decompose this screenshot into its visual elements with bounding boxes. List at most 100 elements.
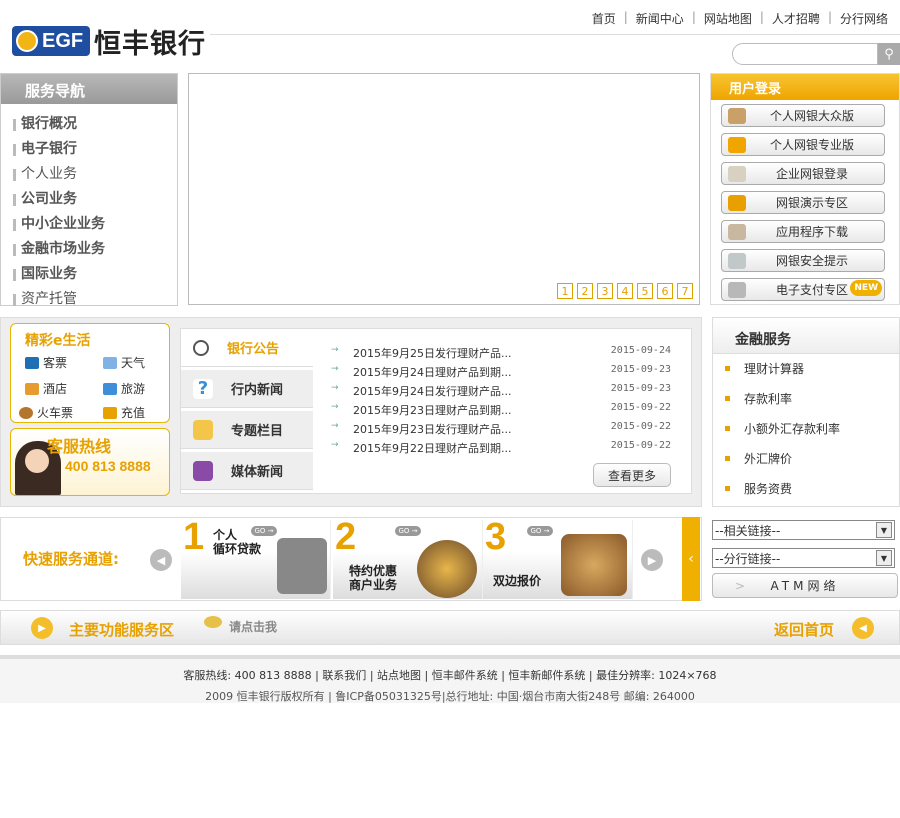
personal-basic-login-button[interactable]: 个人网银大众版 xyxy=(721,104,885,127)
elife-ticket[interactable]: 客票 xyxy=(25,354,67,371)
agent-face xyxy=(25,449,49,473)
arrow-icon: → xyxy=(331,345,339,355)
news-item[interactable]: → 2015年9月23日发行理财产品... 2015-09-22 xyxy=(331,421,671,437)
tab-bank-notice[interactable]: 银行公告 xyxy=(181,329,313,367)
elife-recharge[interactable]: 充值 xyxy=(103,404,145,421)
select-value: --相关链接-- xyxy=(715,523,781,538)
click-hint[interactable]: 请点击我 xyxy=(229,618,277,635)
card-text: 双边报价 xyxy=(493,574,542,588)
nav-item-markets[interactable]: 金融市场业务 xyxy=(1,237,177,262)
pager-button[interactable]: 7 xyxy=(677,283,693,299)
topnav-home[interactable]: 首页 xyxy=(592,10,616,27)
hotline-panel[interactable]: 客服热线 400 813 8888 xyxy=(10,428,170,496)
bank-logo[interactable]: EGF xyxy=(12,26,90,56)
finance-item-fx-rates[interactable]: 外汇牌价 xyxy=(725,450,792,467)
pager-button[interactable]: 4 xyxy=(617,283,633,299)
security-tips-button[interactable]: 网银安全提示 xyxy=(721,249,885,272)
back-home-link[interactable]: 返回首页 xyxy=(774,619,834,640)
back-arrow-icon[interactable]: ◀ xyxy=(852,617,874,639)
finance-item-calculator[interactable]: 理财计算器 xyxy=(725,360,804,377)
corporate-login-button[interactable]: 企业网银登录 xyxy=(721,162,885,185)
pager-button[interactable]: 6 xyxy=(657,283,673,299)
news-title: 2015年9月24日理财产品到期... xyxy=(353,366,512,379)
demo-zone-button[interactable]: 网银演示专区 xyxy=(721,191,885,214)
news-date: 2015-09-22 xyxy=(610,421,671,432)
news-item[interactable]: → 2015年9月23日理财产品到期... 2015-09-22 xyxy=(331,402,671,418)
topnav-careers[interactable]: 人才招聘 xyxy=(772,10,820,27)
arrow-icon: → xyxy=(331,402,339,412)
play-icon[interactable]: ▶ xyxy=(31,617,53,639)
logo-text: EGF xyxy=(42,29,84,52)
news-item[interactable]: → 2015年9月25日发行理财产品... 2015-09-24 xyxy=(331,345,671,361)
pager-button[interactable]: 5 xyxy=(637,283,653,299)
personal-pro-login-button[interactable]: 个人网银专业版 xyxy=(721,133,885,156)
next-arrow-icon[interactable]: ▶ xyxy=(641,549,663,571)
atm-network-button[interactable]: > ATM网络 xyxy=(712,573,898,598)
nav-item-sme[interactable]: 中小企业业务 xyxy=(1,212,177,237)
pager-button[interactable]: 2 xyxy=(577,283,593,299)
news-title: 2015年9月24日发行理财产品... xyxy=(353,385,512,398)
footer-sitemap-link[interactable]: 站点地图 xyxy=(377,669,421,682)
footer: 客服热线: 400 813 8888 | 联系我们 | 站点地图 | 恒丰邮件系… xyxy=(0,655,900,703)
pager-button[interactable]: 3 xyxy=(597,283,613,299)
hand-money-icon xyxy=(277,538,327,594)
footer-mail-link[interactable]: 恒丰邮件系统 xyxy=(432,669,498,682)
related-links-select[interactable]: --相关链接-- ▼ xyxy=(712,520,895,540)
elife-weather[interactable]: 天气 xyxy=(103,354,145,371)
finance-item-fx-deposit-rate[interactable]: 小额外汇存款利率 xyxy=(725,420,840,437)
nav-item-ebank[interactable]: 电子银行 xyxy=(1,137,177,162)
elife-travel[interactable]: 旅游 xyxy=(103,380,145,397)
search-input[interactable] xyxy=(732,43,878,65)
lock-icon xyxy=(193,460,213,481)
tab-special-column[interactable]: 专题栏目 xyxy=(181,411,313,449)
topnav-branches[interactable]: 分行网络 xyxy=(840,10,888,27)
topnav-news[interactable]: 新闻中心 xyxy=(636,10,684,27)
prev-arrow-icon[interactable]: ◀ xyxy=(150,549,172,571)
news-item[interactable]: → 2015年9月24日理财产品到期... 2015-09-23 xyxy=(331,364,671,380)
epay-zone-button[interactable]: 电子支付专区 NEW xyxy=(721,278,885,301)
nav-item-custody[interactable]: 资产托管 xyxy=(1,287,177,312)
elife-hotel[interactable]: 酒店 xyxy=(25,380,67,397)
service-nav: 服务导航 银行概况 电子银行 个人业务 公司业务 中小企业业务 金融市场业务 国… xyxy=(0,73,178,307)
news-item[interactable]: → 2015年9月24日发行理财产品... 2015-09-23 xyxy=(331,383,671,399)
finance-item-fees[interactable]: 服务资费 xyxy=(725,480,792,497)
card-text: 个人 xyxy=(213,528,238,542)
travel-icon xyxy=(103,382,117,395)
quick-card-revolving-loan[interactable]: 1 个人 循环贷款 GO → xyxy=(181,520,331,599)
separator: | xyxy=(623,10,628,24)
nav-item-overview[interactable]: 银行概况 xyxy=(1,112,177,137)
app-download-button[interactable]: 应用程序下载 xyxy=(721,220,885,243)
separator: | xyxy=(424,669,432,682)
tab-internal-news[interactable]: ? 行内新闻 xyxy=(181,370,313,408)
quick-card-merchant[interactable]: 2 特约优惠 商户业务 GO → xyxy=(333,520,483,599)
footer-contact-link[interactable]: 联系我们 xyxy=(322,669,366,682)
news-date: 2015-09-23 xyxy=(610,383,671,394)
view-more-button[interactable]: 查看更多 xyxy=(593,463,671,487)
elife-panel: 精彩e生活 客票 天气 酒店 旅游 火车票 充值 xyxy=(10,323,170,423)
search-button[interactable]: ⚲ xyxy=(878,43,900,65)
button-label: 个人网银大众版 xyxy=(769,109,854,123)
banner-slideshow[interactable]: 1 2 3 4 5 6 7 xyxy=(188,73,700,305)
tab-media-news[interactable]: 媒体新闻 xyxy=(181,452,313,490)
pager-button[interactable]: 1 xyxy=(557,283,573,299)
main-function-title[interactable]: 主要功能服务区 xyxy=(69,619,174,640)
collapse-tab-icon[interactable]: ‹ xyxy=(682,517,700,601)
footer-newmail-link[interactable]: 恒丰新邮件系统 xyxy=(508,669,585,682)
tab-label: 银行公告 xyxy=(227,342,280,357)
news-item[interactable]: → 2015年9月22日理财产品到期... 2015-09-22 xyxy=(331,440,671,456)
branch-links-select[interactable]: --分行链接-- ▼ xyxy=(712,548,895,568)
quick-card-bilateral-quote[interactable]: 3 双边报价 GO → xyxy=(483,520,633,599)
nav-item-personal[interactable]: 个人业务 xyxy=(1,162,177,187)
login-title: 用户登录 xyxy=(711,74,899,100)
main-function-bar: ▶ 主要功能服务区 请点击我 返回首页 ◀ xyxy=(0,610,900,645)
coin-icon xyxy=(204,616,222,628)
finance-item-deposit-rate[interactable]: 存款利率 xyxy=(725,390,792,407)
nav-item-international[interactable]: 国际业务 xyxy=(1,262,177,287)
elife-train[interactable]: 火车票 xyxy=(19,404,73,421)
topnav-sitemap[interactable]: 网站地图 xyxy=(704,10,752,27)
coin-logo-icon xyxy=(16,30,38,52)
users-icon xyxy=(728,107,746,124)
news-title: 2015年9月23日理财产品到期... xyxy=(353,404,512,417)
nav-item-corporate[interactable]: 公司业务 xyxy=(1,187,177,212)
button-label: 应用程序下载 xyxy=(775,225,848,239)
